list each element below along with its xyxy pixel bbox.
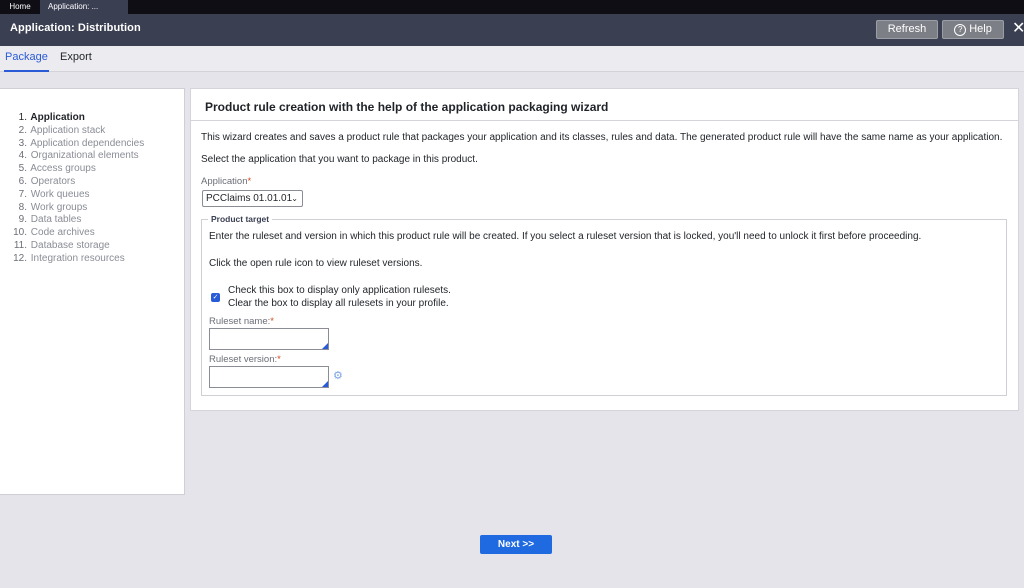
help-button[interactable]: ? Help (942, 20, 1004, 39)
application-select[interactable]: PCClaims 01.01.01 ⌄ (202, 190, 303, 207)
wizard-step: 3. Application dependencies (18, 137, 145, 149)
checkbox-label-line2: Clear the box to display all rulesets in… (228, 298, 449, 309)
help-button-label: Help (969, 23, 992, 35)
ruleset-instructions: Enter the ruleset and version in which t… (209, 231, 922, 242)
wizard-step: 12. Integration resources (13, 252, 125, 264)
refresh-button[interactable]: Refresh (876, 20, 938, 39)
sub-tab-bar: Package Export (0, 46, 1024, 72)
wizard-step: 2. Application stack (18, 124, 106, 136)
ruleset-name-label: Ruleset name:* (209, 316, 274, 327)
wizard-step: 5. Access groups (18, 163, 96, 175)
ruleset-version-input[interactable] (209, 366, 329, 388)
application-label: Application* (201, 176, 252, 187)
wizard-step: 8. Work groups (18, 201, 88, 213)
application-select-value: PCClaims 01.01.01 (206, 193, 293, 204)
tab-home[interactable]: Home (0, 0, 40, 14)
wizard-step: 1. Application (18, 112, 85, 123)
checkbox-check-icon: ✓ (212, 294, 219, 301)
product-target-fieldset: Product target Enter the ruleset and ver… (201, 214, 1007, 396)
intro-text: This wizard creates and saves a product … (201, 132, 1003, 143)
autocomplete-corner-icon (322, 343, 328, 349)
open-rule-gear-icon[interactable]: ⚙ (333, 370, 345, 382)
autocomplete-corner-icon (322, 381, 328, 387)
wizard-step: 6. Operators (18, 175, 76, 187)
application-rulesets-checkbox[interactable]: ✓ (211, 293, 220, 302)
tab-package[interactable]: Package (4, 46, 49, 72)
header-bar: Application: Distribution Refresh ? Help… (0, 14, 1024, 46)
wizard-steps-list: 1. Application 2. Application stack 3. A… (11, 112, 144, 266)
wizard-step: 9. Data tables (18, 214, 82, 226)
wizard-step: 7. Work queues (18, 188, 90, 200)
close-icon[interactable]: ✕ (1012, 20, 1024, 38)
divider (191, 120, 1018, 121)
wizard-steps-panel: 1. Application 2. Application stack 3. A… (0, 88, 185, 495)
product-target-legend: Product target (208, 214, 273, 224)
next-button[interactable]: Next >> (480, 535, 552, 554)
ruleset-version-label: Ruleset version:* (209, 354, 281, 365)
wizard-main-panel: Product rule creation with the help of t… (190, 88, 1019, 411)
page-title: Application: Distribution (10, 22, 141, 34)
select-prompt: Select the application that you want to … (201, 154, 478, 165)
wizard-step: 11. Database storage (13, 239, 110, 251)
tab-application[interactable]: Application: ... (40, 0, 128, 14)
ruleset-name-input[interactable] (209, 328, 329, 350)
checkbox-label-line1: Check this box to display only applicati… (228, 285, 451, 296)
help-icon: ? (954, 23, 967, 36)
panel-title: Product rule creation with the help of t… (205, 100, 609, 114)
tab-export[interactable]: Export (60, 46, 92, 72)
open-rule-hint: Click the open rule icon to view ruleset… (209, 258, 423, 269)
top-tab-strip: Home Application: ... (0, 0, 1024, 14)
chevron-down-icon: ⌄ (291, 194, 298, 203)
wizard-step: 10. Code archives (13, 227, 95, 239)
wizard-step: 4. Organizational elements (18, 150, 139, 162)
